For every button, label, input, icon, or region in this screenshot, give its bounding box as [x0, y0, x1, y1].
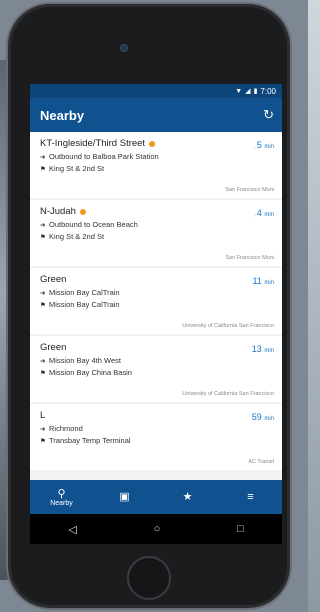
eta-unit: min [264, 144, 274, 150]
stop-row: ⚑ King St & 2nd St [40, 164, 276, 173]
eta: 13 min [252, 344, 274, 354]
eta-value: 59 [251, 412, 262, 422]
app-screen: ▼ ◢ ▮ 7:00 Nearby ↻ KT-Ingleside/Third S… [30, 84, 282, 544]
direction-row: ➔ Outbound to Balboa Park Station [40, 152, 276, 161]
bottom-nav: ⚲ Nearby ▣ ★ ≡ [30, 480, 282, 514]
stop-name: Mission Bay China Basin [49, 368, 132, 377]
stop-name: King St & 2nd St [49, 164, 105, 173]
stop-name: King St & 2nd St [49, 232, 105, 241]
stop-row: ⚑ King St & 2nd St [40, 232, 276, 241]
recents-icon[interactable]: □ [237, 523, 244, 535]
star-icon: ★ [182, 491, 193, 503]
route-name: N-Judah [40, 206, 76, 217]
background-right [308, 0, 320, 612]
agency-name: University of California San Francisco [182, 391, 274, 397]
signal-icon: ◢ [245, 88, 251, 95]
arrow-right-icon: ➔ [40, 221, 46, 229]
route-name: L [40, 410, 46, 421]
eta: ◞4 min [253, 208, 274, 218]
route-direction: Mission Bay 4th West [49, 356, 121, 365]
bus-icon: ▣ [119, 491, 130, 503]
agency-name: San Francisco Muni [225, 187, 274, 193]
eta-value: 11 [252, 276, 262, 286]
page-title: Nearby [40, 107, 85, 123]
tab-nearby-label: Nearby [50, 499, 73, 507]
arrow-right-icon: ➔ [40, 289, 46, 297]
flag-icon: ⚑ [40, 165, 46, 173]
route-name: Green [40, 342, 67, 353]
flag-icon: ⚑ [40, 233, 46, 241]
refresh-icon[interactable]: ↻ [263, 107, 274, 123]
tab-routes[interactable]: ▣ [100, 491, 150, 503]
route-name-row: Green [40, 342, 276, 353]
route-card[interactable]: KT-Ingleside/Third Street ➔ Outbound to B… [30, 132, 282, 198]
route-name: KT-Ingleside/Third Street [40, 138, 146, 149]
system-nav-bar: ◁ ○ □ [30, 514, 282, 544]
direction-row: ➔ Outbound to Ocean Beach [40, 220, 276, 229]
route-card[interactable]: Green ➔ Mission Bay 4th West ⚑ Mission Bay… [30, 336, 282, 402]
eta: 11 min [252, 276, 274, 286]
direction-row: ➔ Mission Bay CalTrain [40, 288, 276, 297]
tab-nearby[interactable]: ⚲ Nearby [37, 488, 87, 507]
route-direction: Richmond [49, 424, 83, 433]
route-card[interactable]: L ➔ Richmond ⚑ Transbay Temp Terminal 59 m… [30, 404, 282, 470]
flag-icon: ⚑ [40, 369, 46, 377]
agency-name: University of California San Francisco [182, 323, 274, 329]
realtime-icon: ◞ [253, 144, 256, 150]
tab-favorites[interactable]: ★ [163, 491, 213, 503]
home-icon[interactable]: ○ [154, 523, 161, 535]
wifi-icon: ▼ [235, 87, 243, 95]
status-time: 7:00 [260, 86, 276, 96]
alert-icon [149, 140, 156, 147]
direction-row: ➔ Mission Bay 4th West [40, 356, 276, 365]
home-button[interactable] [127, 556, 171, 600]
route-direction: Outbound to Balboa Park Station [49, 152, 159, 161]
route-name-row: KT-Ingleside/Third Street [40, 138, 276, 149]
eta-unit: min [264, 348, 274, 354]
eta-value: 5 [256, 140, 262, 150]
eta: ◞5 min [253, 140, 274, 150]
stop-name: Transbay Temp Terminal [49, 436, 131, 445]
eta-value: 4 [256, 208, 262, 218]
menu-icon: ≡ [247, 491, 254, 503]
route-card[interactable]: N-Judah ➔ Outbound to Ocean Beach ⚑ King S… [30, 200, 282, 266]
flag-icon: ⚑ [40, 301, 46, 309]
location-pin-icon: ⚲ [57, 487, 66, 500]
flag-icon: ⚑ [40, 437, 46, 445]
route-direction: Outbound to Ocean Beach [49, 220, 138, 229]
nearby-list: KT-Ingleside/Third Street ➔ Outbound to B… [30, 132, 282, 480]
tab-menu[interactable]: ≡ [226, 491, 276, 503]
app-bar: Nearby ↻ [30, 98, 282, 132]
arrow-right-icon: ➔ [40, 425, 46, 433]
battery-icon: ▮ [253, 88, 258, 95]
alert-icon [79, 208, 86, 215]
back-icon[interactable]: ◁ [68, 523, 76, 536]
eta-unit: min [264, 212, 274, 218]
eta-unit: min [264, 416, 274, 422]
route-name-row: Green [40, 274, 276, 285]
route-name-row: N-Judah [40, 206, 276, 217]
phone-frame: ▼ ◢ ▮ 7:00 Nearby ↻ KT-Ingleside/Third S… [6, 2, 292, 610]
status-bar: ▼ ◢ ▮ 7:00 [30, 84, 282, 98]
route-name-row: L [40, 410, 276, 421]
direction-row: ➔ Richmond [40, 424, 276, 433]
agency-name: AC Transit [248, 459, 274, 465]
eta-value: 13 [251, 344, 262, 354]
eta-unit: min [264, 280, 274, 286]
arrow-right-icon: ➔ [40, 153, 46, 161]
stop-row: ⚑ Mission Bay CalTrain [40, 300, 276, 309]
stop-name: Mission Bay CalTrain [49, 300, 120, 309]
stop-row: ⚑ Transbay Temp Terminal [40, 436, 276, 445]
arrow-right-icon: ➔ [40, 357, 46, 365]
route-card[interactable]: Green ➔ Mission Bay CalTrain ⚑ Mission Bay… [30, 268, 282, 334]
agency-name: San Francisco Muni [225, 255, 274, 261]
stop-row: ⚑ Mission Bay China Basin [40, 368, 276, 377]
eta: 59 min [252, 412, 274, 422]
front-camera [120, 44, 128, 52]
route-direction: Mission Bay CalTrain [49, 288, 120, 297]
route-name: Green [40, 274, 67, 285]
realtime-icon: ◞ [253, 212, 256, 218]
